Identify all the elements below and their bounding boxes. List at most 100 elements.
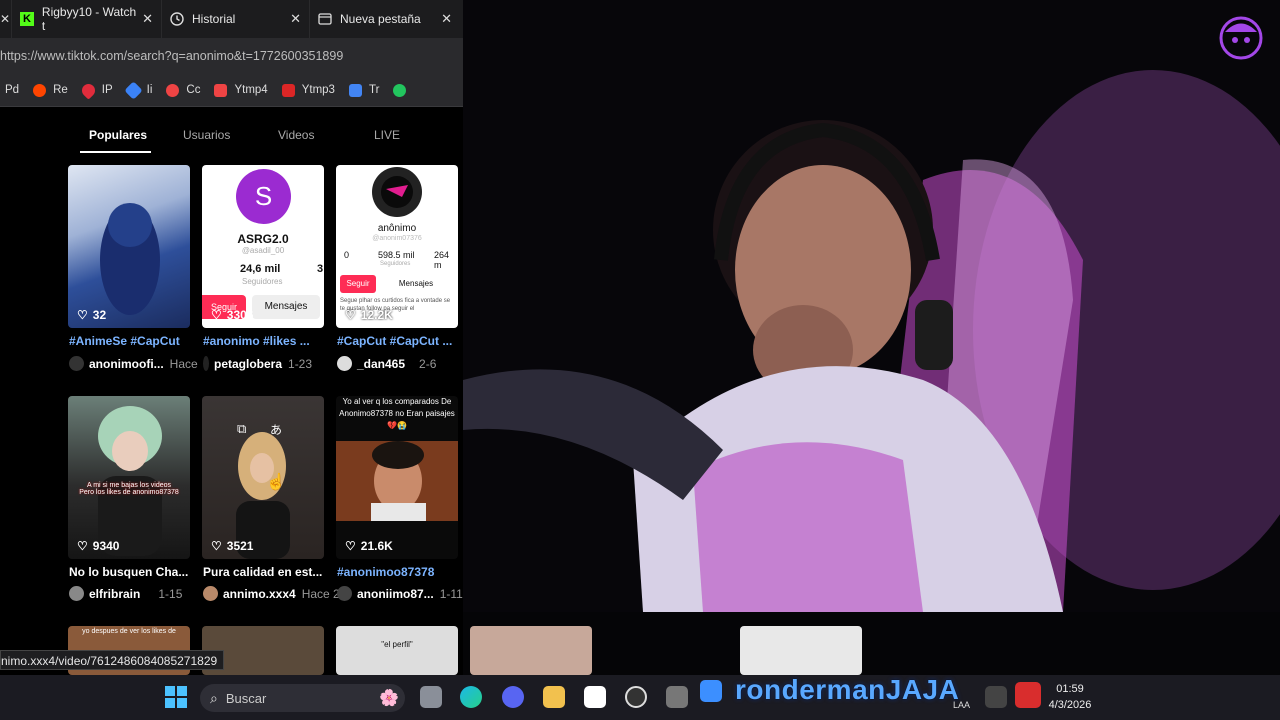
message-button[interactable]: Mensajes xyxy=(396,275,436,293)
video-caption[interactable]: #CapCut #CapCut ... xyxy=(337,334,462,348)
tab-scroll-left[interactable]: ✕ xyxy=(0,0,12,38)
discord-icon[interactable] xyxy=(502,686,524,708)
tab-usuarios[interactable]: Usuarios xyxy=(183,128,230,142)
profile-card[interactable]: anônimo @anonim07376 0 598.5 mil 264 m S… xyxy=(336,165,458,328)
close-icon[interactable]: ✕ xyxy=(142,11,153,27)
edge-icon[interactable] xyxy=(460,686,482,708)
thumbnail-text: yo despues de ver los likes de xyxy=(82,628,176,635)
diamond-icon xyxy=(123,80,143,100)
follow-button[interactable]: Seguir xyxy=(340,275,376,293)
avatar xyxy=(203,586,218,601)
streamer-name-overlay: rondermanJAJA xyxy=(735,674,959,706)
active-tab-underline xyxy=(80,151,151,153)
taskbar-clock[interactable]: 01:59 4/3/2026 xyxy=(1040,681,1100,713)
like-count: ♡ 9340 xyxy=(77,539,119,553)
profile-handle: @asadil_00 xyxy=(241,246,285,255)
message-button[interactable]: Mensajes xyxy=(252,295,320,319)
author-name: anoniimo87... xyxy=(357,586,434,601)
close-icon[interactable]: ✕ xyxy=(441,11,452,27)
heart-icon: ♡ xyxy=(345,539,356,553)
tab-populares[interactable]: Populares xyxy=(89,128,147,142)
bookmark-ip[interactable]: IP xyxy=(79,80,113,100)
heart-icon: ♡ xyxy=(345,308,356,322)
bookmark-ii[interactable]: Ii xyxy=(123,80,152,100)
bookmark-ytmp3[interactable]: Ytmp3 xyxy=(281,83,335,97)
video-card[interactable]: A mi si me bajas los videos Pero los lik… xyxy=(68,396,190,559)
video-author[interactable]: petaglobera 1-23 xyxy=(203,356,312,371)
video-card[interactable]: ⧉ あ ☝ ♡ 3521 xyxy=(202,396,324,559)
tab-historial[interactable]: Historial ✕ xyxy=(162,0,310,38)
video-author[interactable]: anonimoofi... Hace xyxy=(69,356,198,371)
video-author[interactable]: elfribrain 1-15 xyxy=(69,586,182,601)
video-card[interactable]: Yo al ver q los comparados De Anonimo873… xyxy=(336,396,458,559)
flowers-icon: 🌸 xyxy=(379,690,399,707)
reddit-icon xyxy=(33,83,47,97)
profile-handle: @anonim07376 xyxy=(372,235,422,242)
bookmark-ytmp4[interactable]: Ytmp4 xyxy=(214,83,268,97)
post-time: 1-23 xyxy=(288,356,313,371)
capcut-icon[interactable] xyxy=(584,686,606,708)
tab-label: Nueva pestaña xyxy=(340,12,421,26)
like-count: ♡ 3521 xyxy=(211,539,253,553)
bookmark-tr[interactable]: Tr xyxy=(348,83,379,97)
tab-videos[interactable]: Videos xyxy=(278,128,314,142)
file-explorer-icon[interactable] xyxy=(543,686,565,708)
clock-time: 01:59 xyxy=(1056,683,1084,695)
windows-start-icon[interactable] xyxy=(165,686,187,708)
video-card[interactable]: ♡ 32 xyxy=(68,165,190,328)
heart-icon xyxy=(79,80,98,100)
close-icon[interactable]: ✕ xyxy=(290,11,301,27)
like-count: ♡ 12.2K xyxy=(345,308,393,322)
video-caption[interactable]: No lo busquen Cha... xyxy=(69,565,194,579)
obs-icon[interactable] xyxy=(625,686,647,708)
video-card[interactable] xyxy=(470,626,592,675)
tab-live[interactable]: LIVE xyxy=(374,128,400,142)
video-card[interactable] xyxy=(740,626,862,675)
profile-card[interactable]: S ASRG2.0 @asadil_00 24,6 mil Seguidores… xyxy=(202,165,324,328)
webcam-feed xyxy=(463,0,1280,612)
bookmark-more[interactable] xyxy=(393,83,413,97)
bookmark-label: Re xyxy=(53,84,68,96)
gmail-icon[interactable] xyxy=(1015,682,1041,708)
profile-avatar: S xyxy=(236,169,291,224)
tab-label: Historial xyxy=(192,12,236,26)
video-author[interactable]: annimo.xxx4 Hace 2 xyxy=(203,586,340,601)
bookmark-re[interactable]: Re xyxy=(33,83,68,97)
stat-likes: 264 m xyxy=(434,250,450,270)
bookmark-pd[interactable]: Pd xyxy=(2,84,19,97)
video-caption[interactable]: #AnimeSe #CapCut xyxy=(69,334,194,348)
history-icon xyxy=(170,12,184,26)
webcam-image xyxy=(463,0,1280,612)
video-caption[interactable]: Pura calidad en est... xyxy=(203,565,328,579)
download-icon xyxy=(214,83,228,97)
video-card[interactable]: "el perfil" xyxy=(336,626,458,675)
address-url[interactable]: https://www.tiktok.com/search?q=anonimo&… xyxy=(0,49,343,63)
app-icon[interactable] xyxy=(985,686,1007,708)
streamer-name: ronderman xyxy=(735,674,886,705)
video-caption[interactable]: #anonimoo87378 xyxy=(337,565,462,579)
language-indicator[interactable]: LAA xyxy=(953,700,970,710)
like-value: 3306 xyxy=(226,308,254,322)
like-value: 21.6K xyxy=(360,539,393,553)
tab-nueva-pestana[interactable]: Nueva pestaña ✕ xyxy=(310,0,460,38)
bookmarks-bar: Pd Re IP Ii Cc Ytmp4 Ytmp3 Tr xyxy=(0,74,463,107)
like-value: 9340 xyxy=(92,539,120,553)
bookmark-label: Cc xyxy=(186,84,201,96)
app-icon[interactable] xyxy=(666,686,688,708)
app-icon[interactable] xyxy=(700,680,722,702)
task-view-icon[interactable] xyxy=(420,686,442,708)
translate-icon[interactable]: あ xyxy=(270,421,282,438)
browser-window: ✕ K Rigbyy10 - Watch t ✕ Historial ✕ Nue… xyxy=(0,0,463,675)
bookmark-cc[interactable]: Cc xyxy=(166,83,201,97)
author-name: _dan465 xyxy=(357,356,406,371)
post-time: Hace xyxy=(169,356,198,371)
thumbnail-image xyxy=(98,406,162,556)
video-caption[interactable]: #anonimo #likes ... xyxy=(203,334,328,348)
pip-icon[interactable]: ⧉ xyxy=(237,421,246,437)
address-bar[interactable]: https://www.tiktok.com/search?q=anonimo&… xyxy=(0,38,463,74)
video-author[interactable]: anoniimo87... 1-11 xyxy=(337,586,463,601)
tab-kick[interactable]: K Rigbyy10 - Watch t ✕ xyxy=(12,0,162,38)
video-author[interactable]: _dan465 2-6 xyxy=(337,356,436,371)
taskbar-search[interactable]: ⌕ Buscar 🌸 xyxy=(200,684,405,712)
profile-name: ASRG2.0 xyxy=(237,232,289,246)
